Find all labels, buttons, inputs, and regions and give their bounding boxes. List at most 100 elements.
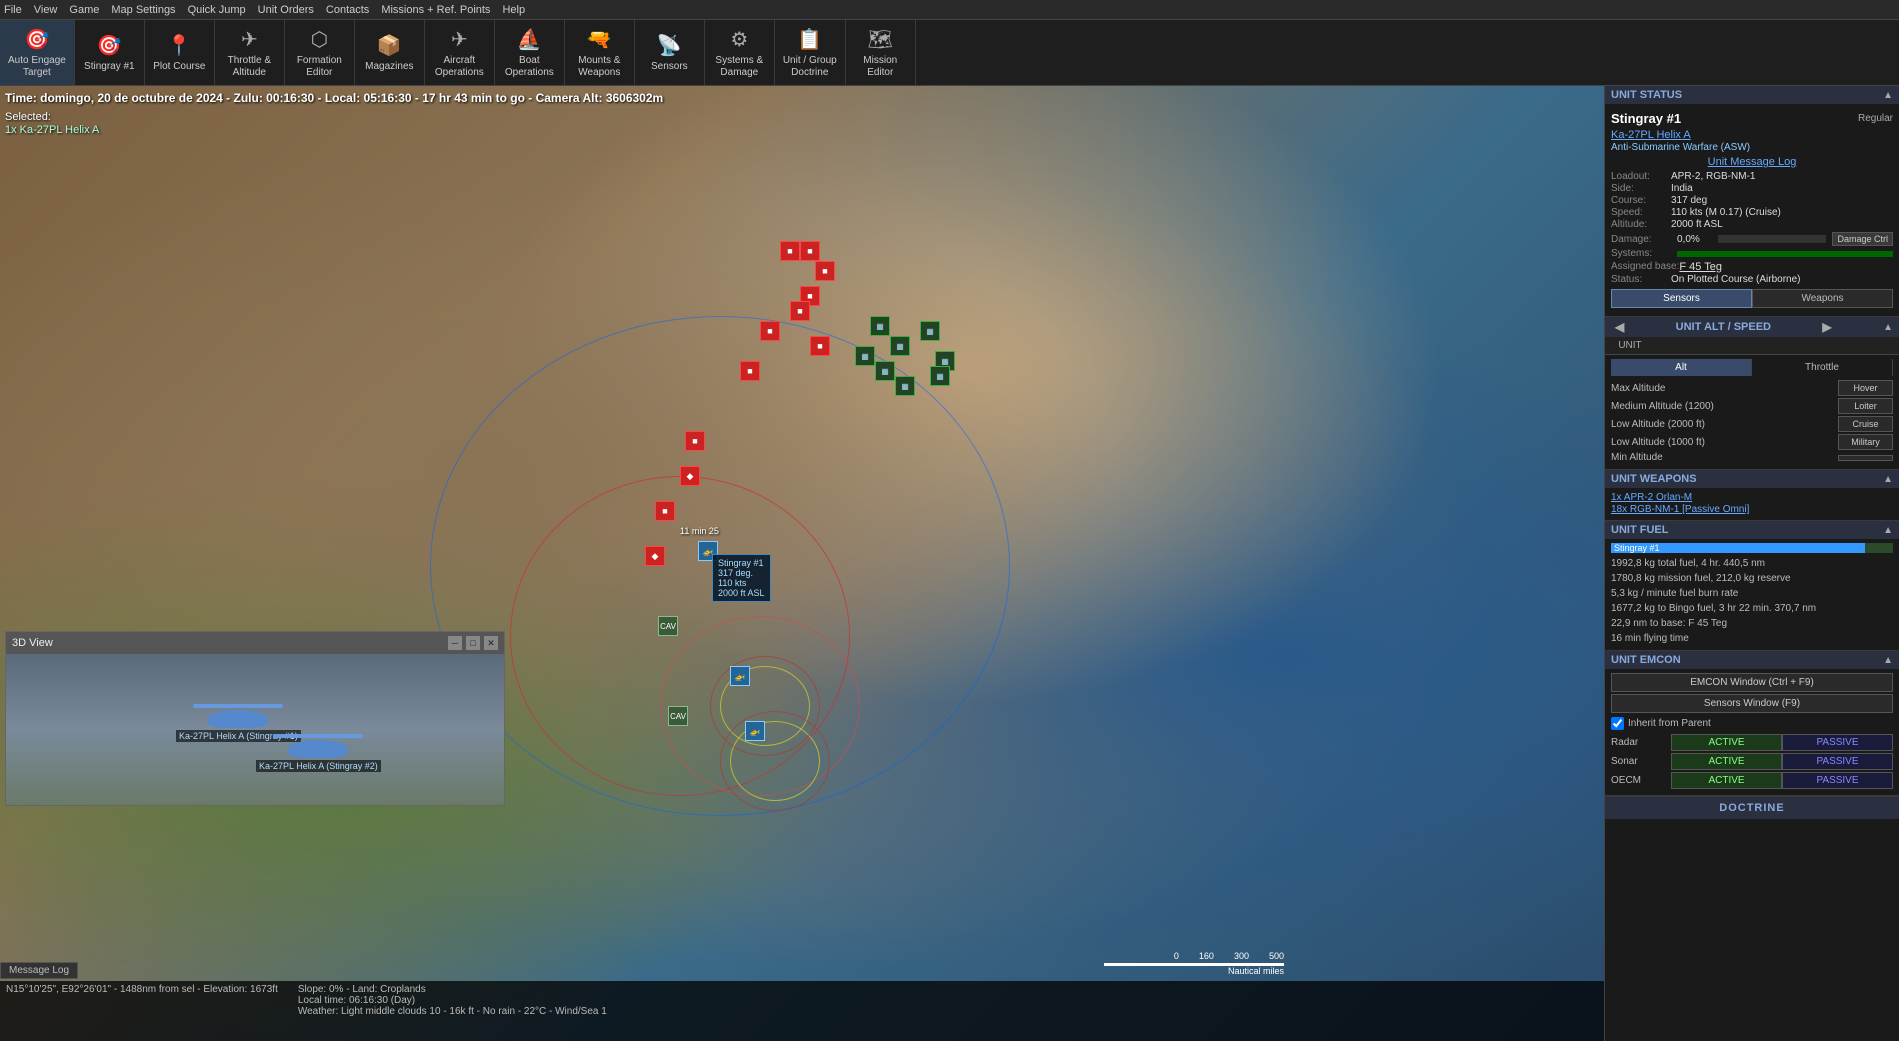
weapon-item-1[interactable]: 1x APR-2 Orlan-M	[1611, 492, 1893, 503]
formation-editor-button[interactable]: ⬡ FormationEditor	[285, 20, 355, 85]
menu-quick-jump[interactable]: Quick Jump	[188, 4, 246, 16]
red-unit-12[interactable]: ◆	[645, 546, 665, 566]
red-unit-1[interactable]: ■	[780, 241, 800, 261]
green-unit-4[interactable]: ▦	[875, 361, 895, 381]
scale-bar: 0 160 300 500 Nautical miles	[1104, 951, 1284, 976]
mission-editor-button[interactable]: 🗺 MissionEditor	[846, 20, 916, 85]
course-row: Course: 317 deg	[1611, 195, 1893, 206]
throttle-altitude-button[interactable]: ✈ Throttle &Altitude	[215, 20, 285, 85]
unit-message-log-link[interactable]: Unit Message Log	[1708, 156, 1797, 168]
military-button[interactable]: Military	[1838, 434, 1893, 450]
auto-engage-button[interactable]: 🎯 Auto EngageTarget	[0, 20, 75, 85]
sensors-window-button[interactable]: Sensors Window (F9)	[1611, 694, 1893, 713]
boat-ops-button[interactable]: ⛵ BoatOperations	[495, 20, 565, 85]
sensors-tab[interactable]: Sensors	[1611, 289, 1752, 308]
radar-label: Radar	[1611, 737, 1671, 748]
low-altitude-1000-row: Low Altitude (1000 ft) Military	[1611, 434, 1893, 450]
sensors-button[interactable]: 📡 Sensors	[635, 20, 705, 85]
green-unit-7[interactable]: ▦	[895, 376, 915, 396]
unit-status-collapse[interactable]: ▲	[1883, 90, 1893, 101]
inherit-checkbox[interactable]	[1611, 717, 1624, 730]
menu-help[interactable]: Help	[502, 4, 525, 16]
menu-map-settings[interactable]: Map Settings	[111, 4, 175, 16]
fuel-bar-container: Stingray #1	[1611, 543, 1893, 553]
systems-damage-button[interactable]: ⚙ Systems &Damage	[705, 20, 775, 85]
radar-passive-button[interactable]: PASSIVE	[1782, 734, 1893, 751]
emcon-window-button[interactable]: EMCON Window (Ctrl + F9)	[1611, 673, 1893, 692]
menu-missions[interactable]: Missions + Ref. Points	[381, 4, 490, 16]
low-altitude-1000-label: Low Altitude (1000 ft)	[1611, 437, 1834, 448]
sonar-passive-button[interactable]: PASSIVE	[1782, 753, 1893, 770]
unit-type-link[interactable]: Ka-27PL Helix A	[1611, 129, 1893, 141]
status-label-detail: Status:	[1611, 274, 1671, 285]
view-3d-close[interactable]: ✕	[484, 636, 498, 650]
weapon-item-2[interactable]: 18x RGB-NM-1 [Passive Omni]	[1611, 504, 1893, 515]
weapons-tab[interactable]: Weapons	[1752, 289, 1893, 308]
loadout-row: Loadout: APR-2, RGB-NM-1	[1611, 171, 1893, 182]
assigned-base-value[interactable]: F 45 Teg	[1679, 261, 1722, 273]
cruise-button[interactable]: Cruise	[1838, 416, 1893, 432]
loiter-button[interactable]: Loiter	[1838, 398, 1893, 414]
alt-throttle-headers: Alt Throttle	[1611, 359, 1893, 376]
fuel-bar-label: Stingray #1	[1614, 543, 1660, 553]
status-row: Status: On Plotted Course (Airborne)	[1611, 274, 1893, 285]
green-unit-8[interactable]: ▦	[930, 366, 950, 386]
magazines-button[interactable]: 📦 Magazines	[355, 20, 425, 85]
map-background	[0, 86, 1604, 1041]
red-unit-8[interactable]: ■	[740, 361, 760, 381]
blue-unit-cav[interactable]: CAV	[658, 616, 678, 636]
damage-ctrl-button[interactable]: Damage Ctrl	[1832, 232, 1893, 246]
red-unit-7[interactable]: ■	[810, 336, 830, 356]
speed-value: 110 kts (M 0.17) (Cruise)	[1671, 207, 1781, 218]
alt-speed-collapse[interactable]: ▲	[1883, 322, 1893, 333]
doctrine-section[interactable]: DOCTRINE	[1605, 796, 1899, 819]
fuel-detail-3: 1677,2 kg to Bingo fuel, 3 hr 22 min. 37…	[1611, 601, 1893, 616]
alt-col-header[interactable]: Alt	[1611, 359, 1752, 376]
menu-view[interactable]: View	[34, 4, 58, 16]
medium-altitude-row: Medium Altitude (1200) Loiter	[1611, 398, 1893, 414]
unit-status-section: UNIT STATUS ▲ Stingray #1 Regular Ka-27P…	[1605, 86, 1899, 317]
red-unit-10[interactable]: ◆	[680, 466, 700, 486]
green-unit-2[interactable]: ▦	[890, 336, 910, 356]
oecm-active-button[interactable]: ACTIVE	[1671, 772, 1782, 789]
unit-fuel-section: UNIT FUEL ▲ Stingray #1 1992,8 kg total …	[1605, 521, 1899, 651]
map-area[interactable]: Time: domingo, 20 de octubre de 2024 - Z…	[0, 86, 1604, 1041]
min-alt-action-button[interactable]	[1838, 455, 1893, 461]
unit-emcon-collapse[interactable]: ▲	[1883, 655, 1893, 666]
red-unit-6[interactable]: ■	[760, 321, 780, 341]
blue-unit-stingray3[interactable]: 🚁	[745, 721, 765, 741]
menu-file[interactable]: File	[4, 4, 22, 16]
throttle-col-header[interactable]: Throttle	[1752, 359, 1893, 376]
view-3d-minimize[interactable]: ─	[448, 636, 462, 650]
hover-button[interactable]: Hover	[1838, 380, 1893, 396]
blue-unit-stingray2[interactable]: 🚁	[730, 666, 750, 686]
manual-engage-button[interactable]: 🎯 Stingray #1	[75, 20, 145, 85]
oecm-passive-button[interactable]: PASSIVE	[1782, 772, 1893, 789]
aircraft-ops-button[interactable]: ✈ AircraftOperations	[425, 20, 495, 85]
green-unit-1[interactable]: ▦	[870, 316, 890, 336]
alt-speed-left-arrow[interactable]: ◀	[1611, 320, 1628, 334]
red-unit-5[interactable]: ■	[790, 301, 810, 321]
sonar-active-button[interactable]: ACTIVE	[1671, 753, 1782, 770]
menu-unit-orders[interactable]: Unit Orders	[258, 4, 314, 16]
green-unit-5[interactable]: ▦	[920, 321, 940, 341]
message-log-button[interactable]: Message Log	[0, 962, 78, 979]
view-3d-maximize[interactable]: □	[466, 636, 480, 650]
menu-game[interactable]: Game	[69, 4, 99, 16]
unit-col-label: UNIT	[1605, 337, 1655, 354]
green-unit-3[interactable]: ▦	[855, 346, 875, 366]
red-unit-3[interactable]: ■	[815, 261, 835, 281]
menu-contacts[interactable]: Contacts	[326, 4, 369, 16]
blue-unit-cav2[interactable]: CAV	[668, 706, 688, 726]
mounts-weapons-button[interactable]: 🔫 Mounts &Weapons	[565, 20, 635, 85]
radar-active-button[interactable]: ACTIVE	[1671, 734, 1782, 751]
red-unit-2[interactable]: ■	[800, 241, 820, 261]
unit-group-doctrine-button[interactable]: 📋 Unit / GroupDoctrine	[775, 20, 846, 85]
red-unit-11[interactable]: ■	[655, 501, 675, 521]
damage-row: Damage: 0,0% Damage Ctrl	[1611, 232, 1893, 246]
unit-fuel-collapse[interactable]: ▲	[1883, 525, 1893, 536]
unit-weapons-collapse[interactable]: ▲	[1883, 474, 1893, 485]
alt-speed-right-arrow[interactable]: ▶	[1818, 320, 1835, 334]
red-unit-9[interactable]: ■	[685, 431, 705, 451]
plot-course-button[interactable]: 📍 Plot Course	[145, 20, 215, 85]
